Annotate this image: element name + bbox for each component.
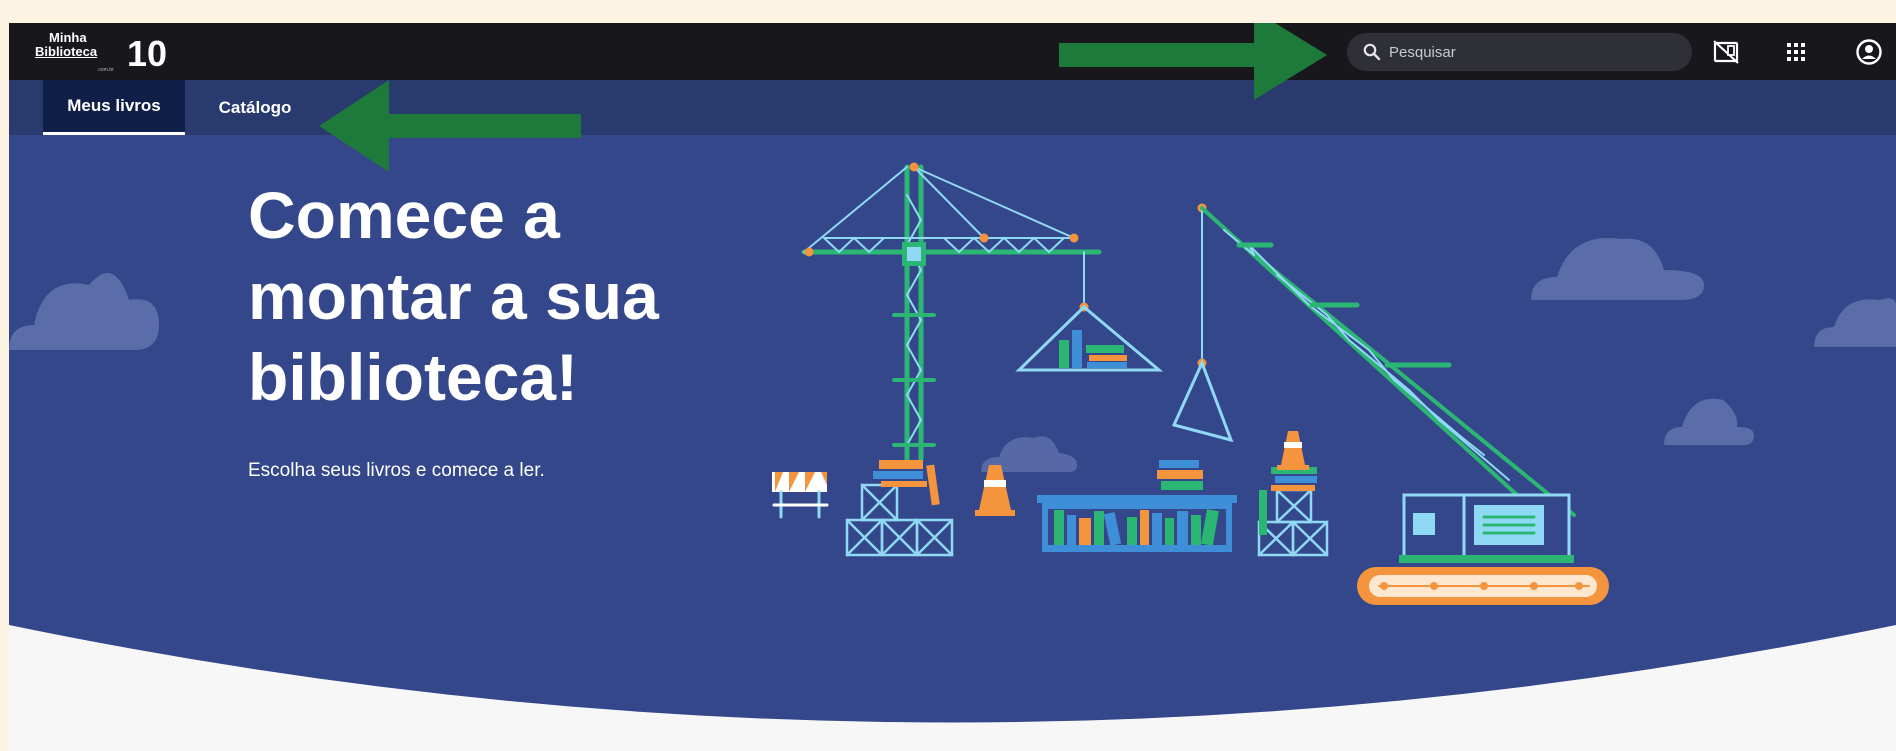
svg-text:10: 10 bbox=[127, 33, 167, 71]
account-icon[interactable] bbox=[1854, 37, 1884, 67]
hero-banner: Comece a montar a sua biblioteca! Escolh… bbox=[9, 135, 1896, 751]
no-screen-icon[interactable] bbox=[1711, 37, 1741, 67]
crawler-crane bbox=[1171, 203, 1609, 605]
hero-title: Comece a montar a sua biblioteca! bbox=[248, 178, 659, 414]
hero-subtitle: Escolha seus livros e comece a ler. bbox=[248, 460, 545, 481]
brand-logo[interactable]: Minha Biblioteca .com.br 10 bbox=[35, 29, 185, 75]
annotation-arrow-search bbox=[1059, 23, 1327, 100]
search-input[interactable] bbox=[1389, 39, 1669, 65]
top-bar: Minha Biblioteca .com.br 10 bbox=[9, 23, 1896, 80]
logo-line2: Biblioteca bbox=[35, 44, 98, 59]
logo-line1: Minha bbox=[49, 30, 87, 45]
logo-wordmark: Minha Biblioteca bbox=[35, 31, 97, 59]
nav-bar: Meus livros Catálogo bbox=[9, 80, 1896, 135]
search-icon bbox=[1363, 43, 1381, 61]
tab-meus-livros-label: Meus livros bbox=[67, 96, 161, 115]
logo-domain: .com.br bbox=[97, 67, 114, 73]
logo-anniversary-badge: 10 bbox=[127, 33, 167, 71]
tab-catalogo-label: Catálogo bbox=[218, 97, 292, 117]
traffic-cone-right bbox=[1277, 431, 1309, 470]
tab-catalogo[interactable]: Catálogo bbox=[185, 80, 325, 135]
search-bar[interactable] bbox=[1347, 33, 1692, 71]
apps-grid-icon[interactable] bbox=[1781, 37, 1811, 67]
app-frame: Minha Biblioteca .com.br 10 Pesquisar Me… bbox=[9, 23, 1896, 751]
tower-crane bbox=[801, 162, 1164, 463]
annotation-arrow-catalogo bbox=[319, 80, 581, 172]
scaffold-right bbox=[1257, 488, 1329, 557]
tab-meus-livros[interactable]: Meus livros bbox=[43, 80, 185, 135]
road-barrier bbox=[772, 472, 829, 519]
traffic-cone-left bbox=[975, 465, 1015, 516]
bookshelf bbox=[1037, 460, 1237, 552]
